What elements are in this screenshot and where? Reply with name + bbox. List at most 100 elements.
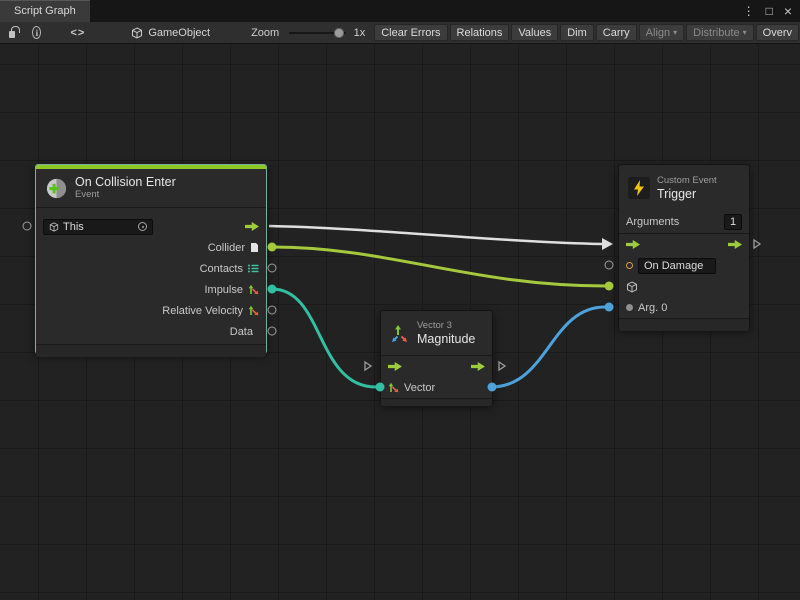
event-icon: [45, 177, 68, 200]
cube-icon: [626, 281, 638, 293]
flow-input-arrow-icon[interactable]: [388, 362, 402, 371]
target-picker-icon[interactable]: [138, 222, 147, 231]
port-row-contacts[interactable]: Contacts: [36, 258, 266, 279]
node-footer: [619, 318, 749, 331]
list-icon: [248, 264, 259, 273]
node-custom-event-trigger[interactable]: Custom Event Trigger Arguments 1 On Dama…: [618, 164, 750, 330]
zoom-slider-handle[interactable]: [334, 28, 344, 38]
flow-output-arrow-icon[interactable]: [471, 362, 485, 371]
lock-icon[interactable]: [9, 31, 15, 38]
flow-output-arrow-icon[interactable]: [245, 222, 259, 231]
zoom-label: Zoom: [251, 27, 279, 39]
port-row-data[interactable]: Data: [36, 321, 266, 342]
maximize-icon[interactable]: □: [766, 5, 773, 17]
tab-bar-spacer: [90, 0, 743, 22]
window-tab-bar: Script Graph ⋮ □ ×: [0, 0, 800, 22]
target-row[interactable]: [619, 276, 749, 297]
event-name-row: On Damage: [619, 255, 749, 276]
wire-magnitude-blue[interactable]: [491, 307, 605, 387]
node-footer: [381, 398, 492, 406]
port-event-this-input[interactable]: [23, 222, 32, 231]
flow-input-arrow-icon[interactable]: [626, 240, 640, 249]
event-name-field[interactable]: On Damage: [638, 258, 716, 274]
node-header[interactable]: Vector 3 Magnitude: [381, 311, 492, 355]
clear-errors-button[interactable]: Clear Errors: [374, 24, 447, 41]
flow-row: [619, 234, 749, 255]
this-value: This: [63, 221, 84, 233]
cube-icon: [49, 222, 59, 232]
flow-row: [381, 356, 492, 377]
port-row-vector[interactable]: Vector: [381, 377, 492, 398]
port-contacts-output[interactable]: [268, 264, 277, 273]
port-vector-flow-in[interactable]: [364, 361, 373, 372]
vector-axes-icon: [248, 284, 259, 295]
node-subtitle: Event: [75, 189, 176, 201]
port-arg0-input[interactable]: [605, 303, 614, 312]
node-vector3-magnitude[interactable]: Vector 3 Magnitude Vector: [380, 310, 493, 405]
port-data-output[interactable]: [268, 327, 277, 336]
zoom-value: 1x: [354, 27, 366, 39]
chevron-down-icon: ▾: [743, 29, 747, 37]
align-dropdown[interactable]: Align ▾: [639, 24, 684, 41]
node-header[interactable]: Custom Event Trigger: [619, 165, 749, 211]
tab-title: Script Graph: [14, 5, 76, 17]
gameobject-label: GameObject: [148, 27, 210, 39]
flow-output-arrow-icon[interactable]: [728, 240, 742, 249]
port-collider-output[interactable]: [268, 243, 277, 252]
kebab-menu-icon[interactable]: ⋮: [743, 5, 755, 17]
node-footer: [36, 344, 266, 357]
dim-button[interactable]: Dim: [560, 24, 594, 41]
tab-script-graph[interactable]: Script Graph: [0, 0, 90, 22]
graph-canvas[interactable]: On Collision Enter Event This Collider: [0, 44, 800, 600]
chevron-down-icon: ▾: [673, 29, 677, 37]
port-vector-input[interactable]: [376, 383, 385, 392]
node-category: Vector 3: [417, 320, 475, 332]
vector-axes-icon: [388, 382, 399, 393]
window-controls: ⋮ □ ×: [743, 0, 800, 22]
close-icon[interactable]: ×: [784, 4, 792, 18]
string-port-icon[interactable]: [626, 262, 633, 269]
vector-axes-icon: [248, 305, 259, 316]
gameobject-reference[interactable]: GameObject: [131, 27, 210, 39]
port-row-collider[interactable]: Collider: [36, 237, 266, 258]
arg0-row[interactable]: Arg. 0: [619, 297, 749, 318]
overview-button[interactable]: Overv: [756, 24, 799, 41]
cube-icon: [131, 27, 143, 39]
arguments-count-field[interactable]: 1: [724, 214, 742, 230]
node-title: Trigger: [657, 187, 717, 201]
port-impulse-output[interactable]: [268, 285, 277, 294]
port-vector-flow-out[interactable]: [498, 361, 507, 372]
relations-button[interactable]: Relations: [450, 24, 510, 41]
vector3-icon: [390, 323, 410, 343]
info-icon[interactable]: i: [32, 26, 41, 39]
distribute-dropdown[interactable]: Distribute ▾: [686, 24, 753, 41]
node-category: Custom Event: [657, 175, 717, 187]
this-row: This: [36, 216, 266, 237]
node-header[interactable]: On Collision Enter Event: [36, 169, 266, 207]
port-magnitude-output[interactable]: [488, 383, 497, 392]
port-trigger-flow-out[interactable]: [753, 239, 762, 250]
code-icon[interactable]: <>: [70, 27, 85, 39]
this-object-field[interactable]: This: [43, 219, 153, 235]
lightning-bolt-icon: [628, 177, 650, 199]
arguments-row: Arguments 1: [619, 211, 749, 233]
node-title: Magnitude: [417, 332, 475, 346]
wire-flow-white[interactable]: [269, 226, 602, 244]
zoom-slider[interactable]: [289, 32, 345, 34]
carry-button[interactable]: Carry: [596, 24, 637, 41]
wire-collider-green[interactable]: [272, 247, 606, 286]
arguments-label: Arguments: [626, 216, 679, 228]
port-event-name-input[interactable]: [605, 261, 614, 270]
value-port-icon: [626, 304, 633, 311]
port-trigger-target-input[interactable]: [605, 282, 614, 291]
collider-doc-icon: [250, 242, 259, 253]
node-title: On Collision Enter: [75, 175, 176, 189]
port-row-relative-velocity[interactable]: Relative Velocity: [36, 300, 266, 321]
port-row-impulse[interactable]: Impulse: [36, 279, 266, 300]
node-on-collision-enter[interactable]: On Collision Enter Event This Collider: [35, 164, 267, 354]
wire-flow-arrowhead: [602, 238, 613, 250]
wire-impulse-teal[interactable]: [272, 289, 376, 387]
graph-toolbar: i <> GameObject Zoom 1x Clear Errors Rel…: [0, 22, 800, 44]
values-button[interactable]: Values: [511, 24, 558, 41]
port-relative-velocity-output[interactable]: [268, 306, 277, 315]
